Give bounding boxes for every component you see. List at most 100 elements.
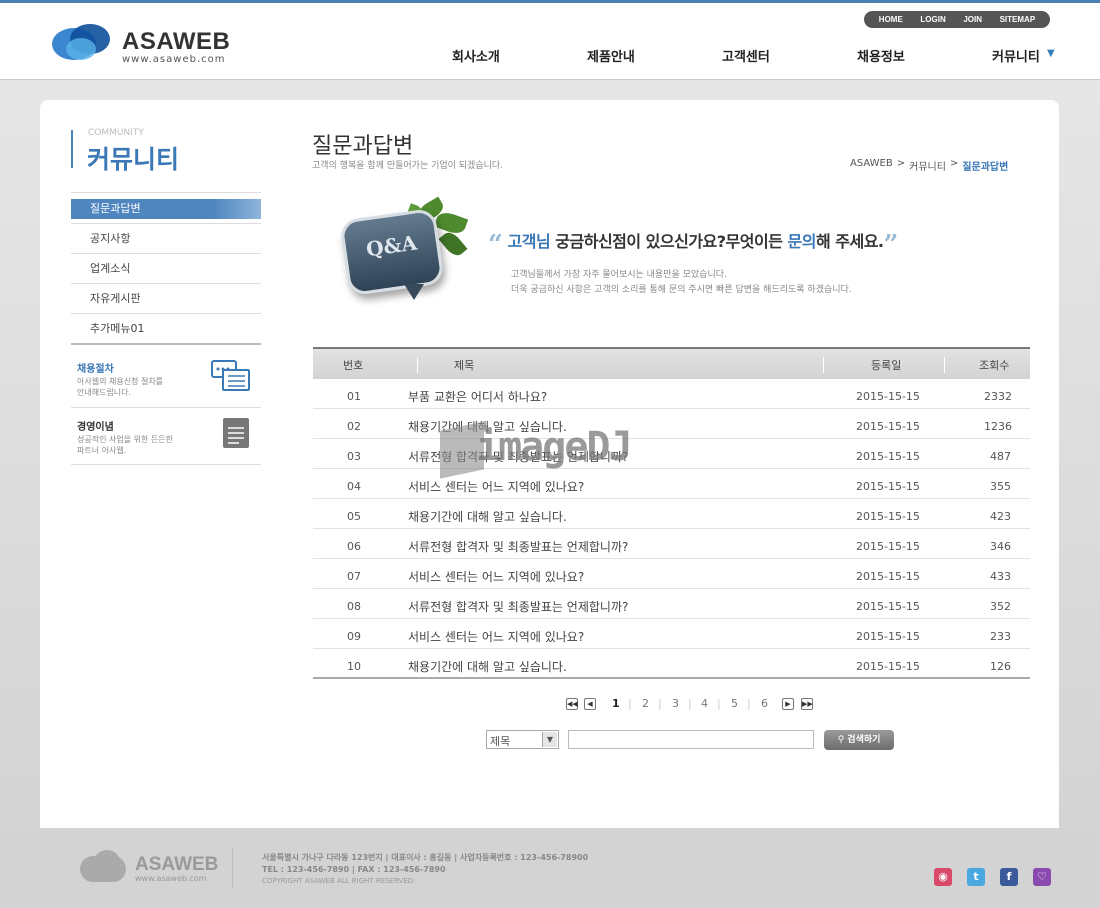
row-title-link[interactable]: 서비스 센터는 어느 지역에 있나요? <box>408 628 584 645</box>
row-views: 126 <box>990 660 1011 673</box>
nav-customer[interactable]: 고객센터 <box>722 46 770 65</box>
row-no: 04 <box>347 480 361 493</box>
util-home-link[interactable]: HOME <box>879 15 903 24</box>
footer-copyright: COPYRIGHT ASAWEB ALL RIGHT RESERVED. <box>262 877 416 885</box>
twitter-icon[interactable]: t <box>967 868 985 886</box>
nav-recruit[interactable]: 채용정보 <box>857 46 905 65</box>
util-join-link[interactable]: JOIN <box>963 15 982 24</box>
nav-products[interactable]: 제품안내 <box>587 46 635 65</box>
footer-logo[interactable]: ASAWEB www.asaweb.com <box>80 850 230 884</box>
breadcrumb-community[interactable]: 커뮤니티 <box>909 158 946 173</box>
row-views: 433 <box>990 570 1011 583</box>
divider <box>71 343 261 345</box>
nav-community[interactable]: 커뮤니티 <box>992 46 1040 65</box>
page-4[interactable]: 4 <box>701 697 708 710</box>
util-login-link[interactable]: LOGIN <box>920 15 945 24</box>
row-no: 06 <box>347 540 361 553</box>
col-separator <box>944 357 945 373</box>
row-title-link[interactable]: 서류전형 합격자 및 최종발표는 언제합니까? <box>408 598 628 615</box>
sidebar-item-board[interactable]: 자유게시판 <box>71 289 261 309</box>
divider <box>71 283 261 284</box>
site-logo[interactable]: ASAWEB www.asaweb.com <box>52 24 232 68</box>
footer-logo-text: ASAWEB <box>135 854 219 875</box>
page-separator: | <box>628 697 632 710</box>
page-6[interactable]: 6 <box>761 697 768 710</box>
page-1[interactable]: 1 <box>612 697 620 710</box>
banner-desc-line: 파트너 아사웹. <box>77 446 127 455</box>
row-title-link[interactable]: 서류전형 합격자 및 최종발표는 언제합니까? <box>408 538 628 555</box>
page-separator: | <box>747 697 751 710</box>
page-subtitle: 고객의 행복을 함께 만들어가는 기업이 되겠습니다. <box>312 161 504 171</box>
table-row[interactable]: 06 서류전형 합격자 및 최종발표는 언제합니까? 2015-15-15 346 <box>313 529 1030 559</box>
search-field-select[interactable]: 제목 ▼ <box>486 730 559 749</box>
document-icon[interactable] <box>221 416 251 450</box>
sidebar-item-notice[interactable]: 공지사항 <box>71 229 261 249</box>
row-views: 355 <box>990 480 1011 493</box>
checklist-icon[interactable] <box>211 360 251 392</box>
sidebar-item-extra[interactable]: 추가메뉴01 <box>71 319 261 339</box>
col-separator <box>417 357 418 373</box>
prev-page-icon[interactable]: ◀ <box>584 698 596 710</box>
row-title-link[interactable]: 채용기간에 대해 알고 싶습니다. <box>408 508 567 525</box>
nav-company[interactable]: 회사소개 <box>452 46 500 65</box>
search-button[interactable]: ⚲ 검색하기 <box>824 730 894 750</box>
intro-highlight: 문의 <box>787 232 817 251</box>
page-3[interactable]: 3 <box>672 697 679 710</box>
row-date: 2015-15-15 <box>856 600 920 613</box>
table-row[interactable]: 07 서비스 센터는 어느 지역에 있나요? 2015-15-15 433 <box>313 559 1030 589</box>
chevron-down-icon: ▼ <box>542 732 557 747</box>
row-views: 487 <box>990 450 1011 463</box>
messenger-icon[interactable]: ♡ <box>1033 868 1051 886</box>
util-sitemap-link[interactable]: SITEMAP <box>1000 15 1036 24</box>
banner-recruit-title[interactable]: 채용절차 <box>77 360 114 375</box>
sidebar-item-qna[interactable]: 질문과답변 <box>71 199 261 219</box>
row-title-link[interactable]: 서비스 센터는 어느 지역에 있나요? <box>408 568 584 585</box>
page-5[interactable]: 5 <box>731 697 738 710</box>
breadcrumb-separator: > <box>896 158 906 169</box>
divider <box>71 253 261 254</box>
facebook-icon[interactable]: f <box>1000 868 1018 886</box>
row-date: 2015-15-15 <box>856 570 920 583</box>
row-title-link[interactable]: 채용기간에 대해 알고 싶습니다. <box>408 658 567 675</box>
divider <box>71 407 261 408</box>
chevron-down-icon[interactable]: ▼ <box>1047 48 1055 59</box>
table-row[interactable]: 01 부품 교환은 어디서 하나요? 2015-15-15 2332 <box>313 379 1030 409</box>
sidebar-title-en: COMMUNITY <box>88 128 144 138</box>
table-row[interactable]: 04 서비스 센터는 어느 지역에 있나요? 2015-15-15 355 <box>313 469 1030 499</box>
footer-address: 서울특별시 가나구 다라동 123번지 | 대표이사 : 홍길동 | 사업자등록… <box>262 853 589 862</box>
table-row[interactable]: 02 채용기간에 대해 알고 싶습니다. 2015-15-15 1236 <box>313 409 1030 439</box>
divider <box>71 464 261 465</box>
banner-desc-line: 성공적인 사업을 위한 든든한 <box>77 435 173 444</box>
logo-url: www.asaweb.com <box>122 54 226 65</box>
table-row[interactable]: 09 서비스 센터는 어느 지역에 있나요? 2015-15-15 233 <box>313 619 1030 649</box>
quote-close-icon: ” <box>883 230 899 260</box>
utility-menu: HOME LOGIN JOIN SITEMAP <box>864 11 1050 28</box>
qa-bubble-tail <box>404 284 424 300</box>
first-page-icon[interactable]: ◀◀ <box>566 698 578 710</box>
last-page-icon[interactable]: ▶▶ <box>801 698 813 710</box>
next-page-icon[interactable]: ▶ <box>782 698 794 710</box>
table-row[interactable]: 08 서류전형 합격자 및 최종발표는 언제합니까? 2015-15-15 352 <box>313 589 1030 619</box>
sidebar-item-news[interactable]: 업계소식 <box>71 259 261 279</box>
banner-desc-line: 안내해드립니다. <box>77 388 132 397</box>
row-date: 2015-15-15 <box>856 510 920 523</box>
row-title-link[interactable]: 부품 교환은 어디서 하나요? <box>408 388 547 405</box>
table-row[interactable]: 05 채용기간에 대해 알고 싶습니다. 2015-15-15 423 <box>313 499 1030 529</box>
watermark: imageDJ <box>440 420 660 480</box>
row-no: 08 <box>347 600 361 613</box>
intro-highlight: 고객님 <box>507 232 551 251</box>
divider <box>71 313 261 314</box>
row-title-link[interactable]: 서비스 센터는 어느 지역에 있나요? <box>408 478 584 495</box>
instagram-icon[interactable]: ◉ <box>934 868 952 886</box>
table-row[interactable]: 03 서류전형 합격자 및 최종발표는 언제합니까? 2015-15-15 487 <box>313 439 1030 469</box>
table-row[interactable]: 10 채용기간에 대해 알고 싶습니다. 2015-15-15 126 <box>313 649 1030 679</box>
row-no: 03 <box>347 450 361 463</box>
banner-recruit-desc: 아사웹의 채용신청 절차를 안내해드립니다. <box>77 376 197 398</box>
banner-philosophy-title[interactable]: 경영이념 <box>77 418 114 433</box>
page-2[interactable]: 2 <box>642 697 649 710</box>
search-input[interactable] <box>568 730 814 749</box>
row-date: 2015-15-15 <box>856 480 920 493</box>
row-date: 2015-15-15 <box>856 390 920 403</box>
breadcrumb-home[interactable]: ASAWEB <box>850 158 893 173</box>
row-no: 09 <box>347 630 361 643</box>
